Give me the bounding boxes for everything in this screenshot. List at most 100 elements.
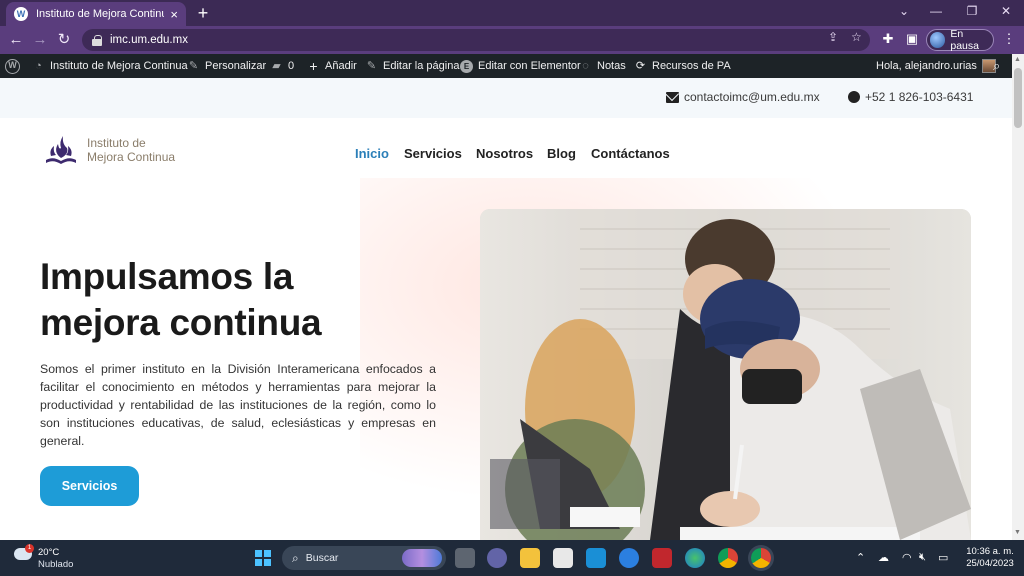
add-new-link[interactable]: + Añadir xyxy=(307,54,356,78)
browser-tab[interactable]: W Instituto de Mejora Continua × xyxy=(6,2,186,26)
microsoft-store-icon[interactable] xyxy=(553,548,573,568)
windows-start-icon[interactable] xyxy=(255,550,271,566)
notes-link[interactable]: ◌ Notas xyxy=(579,54,626,78)
wp-admin-bar: W ◔ Instituto de Mejora Continua ✎ Persona… xyxy=(0,54,1024,78)
restore-icon[interactable]: ❐ xyxy=(962,3,982,19)
bookmark-star-icon[interactable]: ☆ xyxy=(851,30,862,44)
clock-time: 10:36 a. m. xyxy=(966,546,1014,557)
onedrive-cloud-icon[interactable]: ☁ xyxy=(878,551,889,564)
servicios-button[interactable]: Servicios xyxy=(40,466,139,506)
volume-muted-icon[interactable]: 🔇︎ xyxy=(919,551,926,564)
browser-tab-strip: W Instituto de Mejora Continua × + ⌄ — ❐… xyxy=(0,0,1024,26)
weather-condition: Nublado xyxy=(38,559,74,570)
nav-blog[interactable]: Blog xyxy=(547,146,576,161)
clock-date: 25/04/2023 xyxy=(966,558,1014,569)
brush-icon: ✎ xyxy=(188,59,199,72)
resources-link[interactable]: ⟳ Recursos de PA xyxy=(634,54,731,78)
chrome-icon[interactable] xyxy=(718,548,738,568)
site-name-link[interactable]: ◔ Instituto de Mejora Continua xyxy=(32,54,188,78)
show-hidden-icons-chevron-icon[interactable]: ⌃ xyxy=(856,551,865,564)
wifi-icon[interactable]: ◠ xyxy=(902,551,912,564)
envelope-icon xyxy=(666,91,679,103)
search-highlight-image xyxy=(402,549,442,567)
hero-title: Impulsamos la mejora continua xyxy=(40,254,420,346)
new-tab-button[interactable]: + xyxy=(194,3,212,23)
tab-search-chevron-icon[interactable]: ⌄ xyxy=(894,3,914,19)
scroll-up-icon[interactable]: ▲ xyxy=(1014,56,1021,63)
site-name-label: Instituto de Mejora Continua xyxy=(50,60,188,72)
tab-title: Instituto de Mejora Continua xyxy=(36,8,165,20)
nav-servicios[interactable]: Servicios xyxy=(404,146,462,161)
elementor-icon: E xyxy=(460,59,473,73)
phone-text: +52 1 826-103-6431 xyxy=(865,90,974,104)
edit-page-link[interactable]: ✎ Editar la página xyxy=(365,54,460,78)
site-logo[interactable]: Instituto de Mejora Continua xyxy=(43,133,193,167)
flame-logo-icon xyxy=(46,136,76,164)
comment-icon: ▰ xyxy=(272,59,281,72)
comments-link[interactable]: ▰ 0 xyxy=(270,54,294,78)
hero-description: Somos el primer instituto en la División… xyxy=(40,362,436,448)
hero-title-line-1: Impulsamos la xyxy=(40,256,294,297)
profile-status: En pausa xyxy=(950,28,979,52)
web-page: contactoimc@um.edu.mx +52 1 826-103-6431… xyxy=(0,78,1012,540)
scroll-thumb[interactable] xyxy=(1014,68,1022,128)
hero-title-line-2: mejora continua xyxy=(40,302,322,343)
edit-elementor-label: Editar con Elementor xyxy=(478,60,581,72)
close-tab-icon[interactable]: × xyxy=(170,7,178,22)
edit-elementor-link[interactable]: E Editar con Elementor xyxy=(460,54,581,78)
dashboard-icon: ◔ xyxy=(35,59,42,72)
chrome-active-icon[interactable] xyxy=(751,548,771,568)
nav-contactanos[interactable]: Contáctanos xyxy=(591,146,670,161)
forward-arrow-icon[interactable]: → xyxy=(30,30,50,50)
taskbar-clock[interactable]: 10:36 a. m. 25/04/2023 xyxy=(960,546,1020,570)
window-close-icon[interactable]: ✕ xyxy=(996,3,1016,19)
menu-kebab-icon[interactable]: ⋮ xyxy=(1000,31,1018,47)
notes-label: Notas xyxy=(597,60,626,72)
wordpress-logo-icon: W xyxy=(5,58,20,74)
profile-button[interactable]: En pausa xyxy=(926,28,994,52)
temperature: 20°C xyxy=(38,547,60,558)
refresh-icon: ⟳ xyxy=(635,59,646,72)
customize-label: Personalizar xyxy=(205,60,267,72)
logo-line-2: Mejora Continua xyxy=(87,150,176,164)
battery-icon[interactable]: ▭ xyxy=(938,551,948,564)
avatar xyxy=(930,32,946,48)
email-contact[interactable]: contactoimc@um.edu.mx xyxy=(666,90,820,104)
side-panel-icon[interactable]: ▣ xyxy=(903,31,921,47)
taskbar-search[interactable]: ⌕ Buscar xyxy=(282,546,446,570)
customize-link[interactable]: ✎ Personalizar xyxy=(187,54,266,78)
nav-nosotros[interactable]: Nosotros xyxy=(476,146,533,161)
scroll-down-icon[interactable]: ▼ xyxy=(1014,529,1021,536)
my-account-link[interactable]: Hola, alejandro.urias xyxy=(876,54,996,78)
comments-count: 0 xyxy=(288,60,295,72)
moodle-app-icon[interactable] xyxy=(586,548,606,568)
wordpress-favicon-icon: W xyxy=(14,7,28,21)
windows-taskbar: 1 20°C Nublado ⌕ Buscar ⌃ ☁ ◠ 🔇︎ ▭ 10:36… xyxy=(0,540,1024,576)
teams-chat-icon[interactable] xyxy=(487,548,507,568)
greeting-label: Hola, alejandro.urias xyxy=(876,60,977,72)
help-app-icon[interactable] xyxy=(619,548,639,568)
back-arrow-icon[interactable]: ← xyxy=(6,30,26,50)
browser-toolbar: ← → ↻ imc.um.edu.mx ⇪ ☆ ✚ ▣ En pausa ⋮ xyxy=(0,26,1024,54)
share-icon[interactable]: ⇪ xyxy=(828,30,838,44)
whatsapp-phone-icon xyxy=(848,91,860,103)
wp-logo-menu[interactable]: W xyxy=(5,54,25,78)
minimize-icon[interactable]: — xyxy=(926,3,946,19)
resources-label: Recursos de PA xyxy=(652,60,731,72)
address-bar[interactable]: imc.um.edu.mx xyxy=(82,29,870,51)
admin-search-icon[interactable]: ⌕ xyxy=(993,54,1000,78)
weather-alert-badge: 1 xyxy=(25,544,34,553)
mcafee-icon[interactable] xyxy=(652,548,672,568)
nav-inicio[interactable]: Inicio xyxy=(355,146,389,161)
file-explorer-icon[interactable] xyxy=(520,548,540,568)
reload-icon[interactable]: ↻ xyxy=(54,30,74,50)
extensions-puzzle-icon[interactable]: ✚ xyxy=(879,31,897,47)
task-view-icon[interactable] xyxy=(455,548,475,568)
page-scrollbar[interactable]: ▲ ▼ xyxy=(1012,54,1024,540)
email-text: contactoimc@um.edu.mx xyxy=(684,90,820,104)
logo-text: Instituto de Mejora Continua xyxy=(87,136,175,164)
edge-browser-icon[interactable] xyxy=(685,548,705,568)
phone-contact[interactable]: +52 1 826-103-6431 xyxy=(848,90,973,104)
search-icon: ⌕ xyxy=(292,550,299,565)
contact-bar: contactoimc@um.edu.mx +52 1 826-103-6431 xyxy=(0,78,1012,118)
